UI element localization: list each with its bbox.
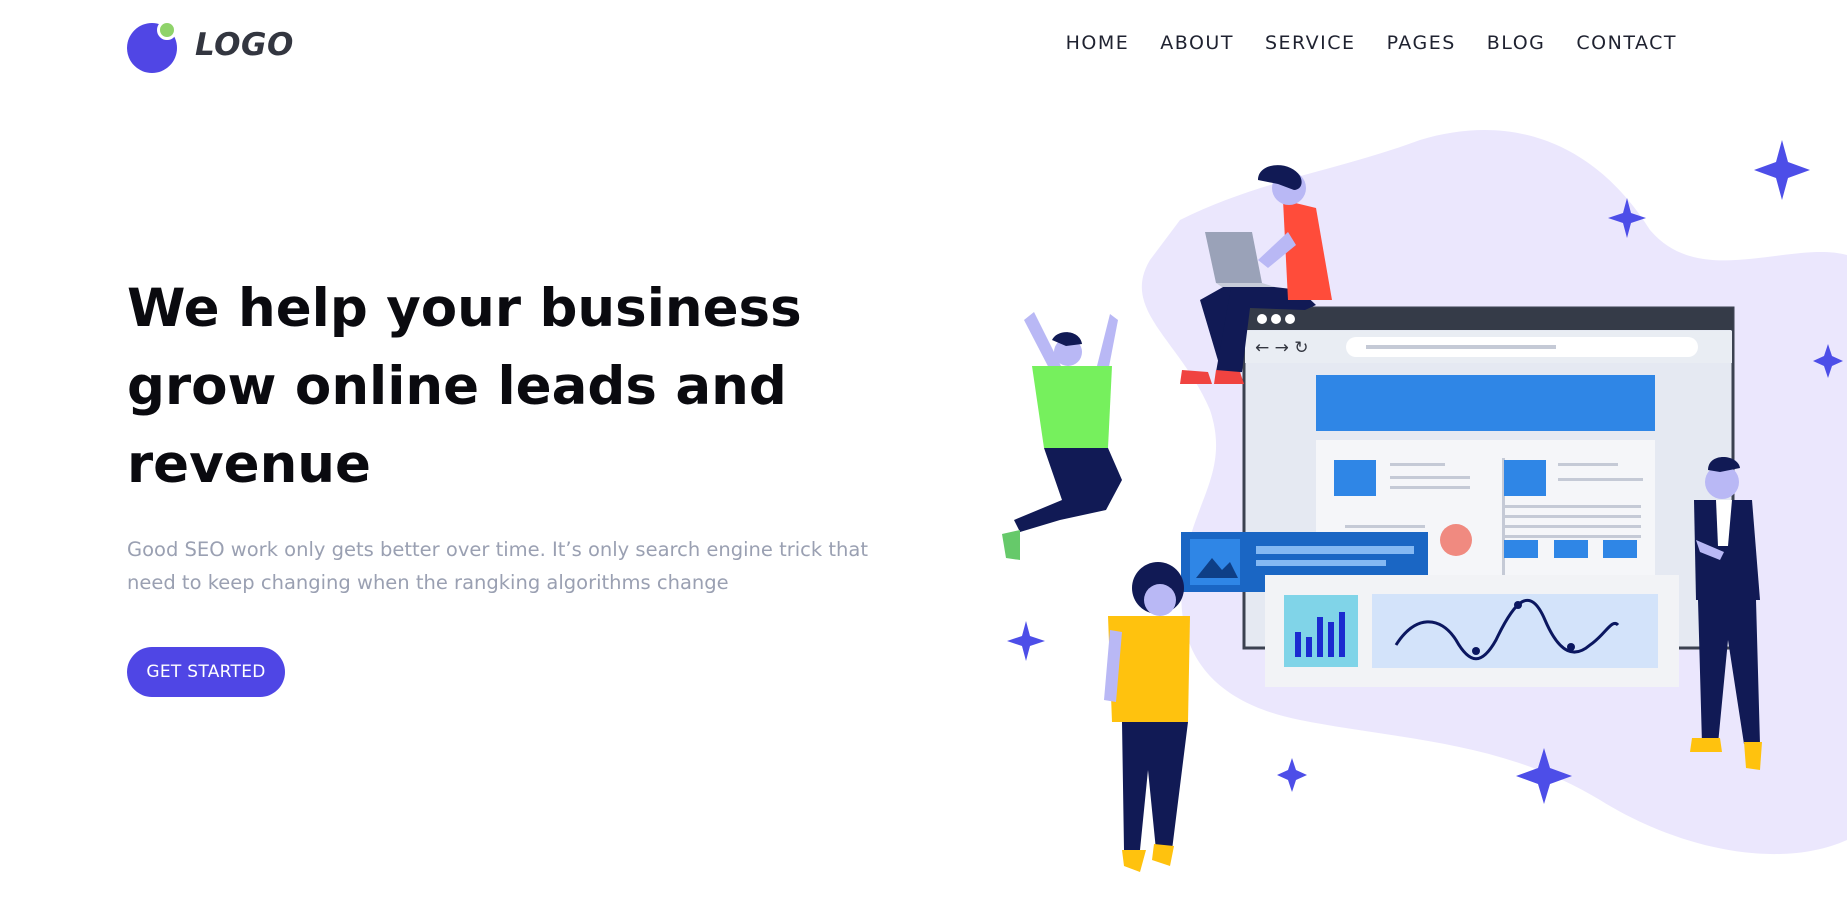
logo-text: LOGO (195, 27, 294, 63)
person-yellow-shirt-illustration (1104, 562, 1190, 872)
main-nav: HOME ABOUT SERVICE PAGES BLOG CONTACT (1035, 30, 1677, 56)
browser-nav-icons: ← → ↻ (1255, 338, 1309, 358)
get-started-button[interactable]: GET STARTED (127, 647, 285, 697)
nav-contact[interactable]: CONTACT (1576, 30, 1677, 56)
hero-illustration: ← → ↻ (1002, 130, 1847, 872)
logo-icon (127, 20, 177, 73)
nav-service[interactable]: SERVICE (1265, 30, 1356, 56)
analytics-card-illustration (1265, 575, 1679, 687)
person-jumping-illustration (1002, 312, 1122, 560)
nav-home[interactable]: HOME (1066, 30, 1130, 56)
hero-title: We help your business grow online leads … (127, 278, 802, 495)
landing-page: LOGO HOME ABOUT SERVICE PAGES BLOG CONTA… (0, 0, 1847, 915)
nav-blog[interactable]: BLOG (1487, 30, 1546, 56)
nav-pages[interactable]: PAGES (1387, 30, 1456, 56)
logo[interactable]: LOGO (127, 20, 294, 73)
hero-description: Good SEO work only gets better over time… (127, 538, 868, 594)
nav-about[interactable]: ABOUT (1160, 30, 1234, 56)
